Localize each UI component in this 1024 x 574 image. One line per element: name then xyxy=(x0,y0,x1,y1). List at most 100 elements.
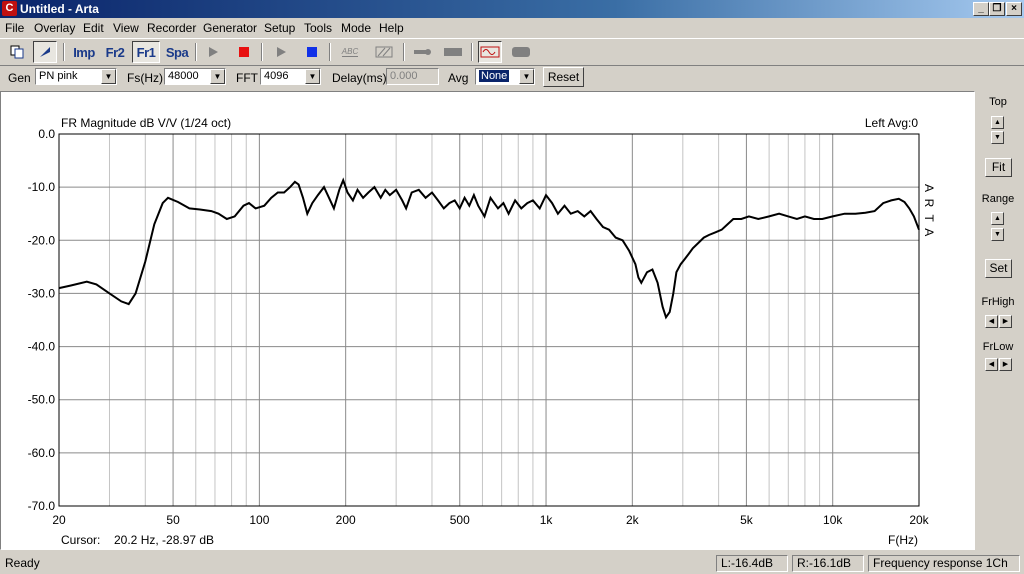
y-axis-ticks: 0.0 -10.0 -20.0 -30.0 -40.0 -50.0 -60.0 -70.0 xyxy=(28,127,56,513)
y-tick-label: -70.0 xyxy=(28,499,56,513)
left-level-readout: L:-16.4dB xyxy=(716,555,788,572)
fft-size-value: 4096 xyxy=(264,70,289,82)
hatch-button[interactable] xyxy=(372,41,396,63)
menu-overlay[interactable]: Overlay xyxy=(34,20,75,36)
spa-label: Spa xyxy=(165,44,189,60)
range-down-button[interactable]: ▼ xyxy=(991,228,1004,241)
chevron-down-icon[interactable]: ▼ xyxy=(210,69,225,84)
x-tick-label: 10k xyxy=(823,513,843,527)
generator-select[interactable]: PN pink ▼ xyxy=(35,68,117,85)
x-tick-label: 100 xyxy=(249,513,269,527)
generator-wave-button[interactable] xyxy=(478,41,502,63)
y-tick-label: 0.0 xyxy=(38,127,55,141)
menu-help[interactable]: Help xyxy=(379,20,404,36)
menu-bar: File Overlay Edit View Recorder Generato… xyxy=(0,18,1024,37)
control-bar: Gen PN pink ▼ Fs(Hz) 48000 ▼ FFT 4096 ▼ … xyxy=(0,65,1024,89)
close-button[interactable]: × xyxy=(1006,2,1022,16)
restore-button[interactable]: ❐ xyxy=(989,2,1005,16)
frhigh-right-button[interactable]: ▶ xyxy=(999,315,1012,328)
fr2-mode-button[interactable]: Fr2 xyxy=(101,41,129,63)
fr2-label: Fr2 xyxy=(105,44,125,60)
toolbar: Imp Fr2 Fr1 Spa ABC xyxy=(0,38,1024,66)
probe-button[interactable] xyxy=(410,41,434,63)
range-up-button[interactable]: ▲ xyxy=(991,212,1004,225)
cursor-mode-button[interactable] xyxy=(33,41,57,63)
frlow-left-button[interactable]: ◀ xyxy=(985,358,998,371)
sample-rate-value: 48000 xyxy=(168,70,199,82)
arta-watermark: A R T A xyxy=(922,184,936,238)
gray-bar-button[interactable] xyxy=(441,41,465,63)
toolbar-separator xyxy=(471,43,473,61)
x-tick-label: 20 xyxy=(52,513,66,527)
menu-tools[interactable]: Tools xyxy=(304,20,332,36)
menu-recorder[interactable]: Recorder xyxy=(147,20,196,36)
status-ready: Ready xyxy=(5,556,40,570)
generator-button[interactable] xyxy=(509,41,533,63)
right-level-readout: R:-16.1dB xyxy=(792,555,864,572)
y-tick-label: -40.0 xyxy=(28,340,56,354)
x-tick-label: 1k xyxy=(540,513,554,527)
record-stop-button[interactable] xyxy=(300,41,324,63)
averaging-select[interactable]: None ▼ xyxy=(475,68,535,85)
y-tick-label: -10.0 xyxy=(28,180,56,194)
y-tick-label: -50.0 xyxy=(28,393,56,407)
x-tick-label: 50 xyxy=(166,513,180,527)
cursor-readout: 20.2 Hz, -28.97 dB xyxy=(114,533,214,547)
menu-file[interactable]: File xyxy=(5,20,24,36)
chevron-down-icon[interactable]: ▼ xyxy=(519,69,534,84)
gen-label: Gen xyxy=(8,71,31,85)
mode-status: Frequency response 1Ch xyxy=(868,555,1020,572)
y-tick-label: -30.0 xyxy=(28,286,56,300)
stop-icon xyxy=(239,47,249,57)
impulse-mode-button[interactable]: Imp xyxy=(70,41,98,63)
y-tick-label: -20.0 xyxy=(28,233,56,247)
fit-button[interactable]: Fit xyxy=(985,158,1012,177)
frlow-right-button[interactable]: ▶ xyxy=(999,358,1012,371)
chart-grid xyxy=(59,134,919,506)
top-up-button[interactable]: ▲ xyxy=(991,116,1004,129)
set-button[interactable]: Set xyxy=(985,259,1012,278)
new-file-button[interactable] xyxy=(5,41,29,63)
abc-button[interactable]: ABC xyxy=(336,41,364,63)
spa-mode-button[interactable]: Spa xyxy=(163,41,191,63)
sample-rate-select[interactable]: 48000 ▼ xyxy=(164,68,226,85)
menu-view[interactable]: View xyxy=(113,20,139,36)
play-icon xyxy=(277,47,286,57)
rounded-box-icon xyxy=(512,47,530,57)
triangle-cursor-icon xyxy=(40,47,50,57)
reset-button[interactable]: Reset xyxy=(543,67,584,87)
play-icon xyxy=(209,47,218,57)
menu-generator[interactable]: Generator xyxy=(203,20,257,36)
menu-edit[interactable]: Edit xyxy=(83,20,104,36)
play-button[interactable] xyxy=(201,41,225,63)
document-copy-icon xyxy=(10,45,24,59)
frequency-response-chart[interactable]: FR Magnitude dB V/V (1/24 oct) Left Avg:… xyxy=(1,92,974,549)
x-axis-ticks: 20 50 100 200 500 1k 2k 5k 10k 20k xyxy=(52,513,929,527)
plot-panel[interactable]: FR Magnitude dB V/V (1/24 oct) Left Avg:… xyxy=(0,91,975,550)
window-title: Untitled - Arta xyxy=(20,2,99,16)
fr1-mode-button[interactable]: Fr1 xyxy=(132,41,160,63)
range-label: Range xyxy=(981,193,1015,205)
chevron-down-icon[interactable]: ▼ xyxy=(305,69,320,84)
top-down-button[interactable]: ▼ xyxy=(991,131,1004,144)
probe-icon xyxy=(414,49,431,55)
fft-size-select[interactable]: 4096 ▼ xyxy=(260,68,321,85)
abc-label: ABC xyxy=(341,47,359,57)
toolbar-separator xyxy=(195,43,197,61)
title-bar: C Untitled - Arta _ ❐ × xyxy=(0,0,1024,18)
fs-label: Fs(Hz) xyxy=(127,71,163,85)
frhigh-left-button[interactable]: ◀ xyxy=(985,315,998,328)
record-play-button[interactable] xyxy=(269,41,293,63)
toolbar-separator xyxy=(261,43,263,61)
chevron-down-icon[interactable]: ▼ xyxy=(101,69,116,84)
arta-app-icon[interactable]: C xyxy=(2,1,17,16)
menu-mode[interactable]: Mode xyxy=(341,20,371,36)
toolbar-separator xyxy=(403,43,405,61)
menu-setup[interactable]: Setup xyxy=(264,20,295,36)
delay-input[interactable]: 0.000 xyxy=(386,68,439,85)
y-tick-label: -60.0 xyxy=(28,446,56,460)
delay-label: Delay(ms) xyxy=(332,71,387,85)
imp-label: Imp xyxy=(73,44,95,60)
minimize-button[interactable]: _ xyxy=(973,2,989,16)
stop-button[interactable] xyxy=(232,41,256,63)
